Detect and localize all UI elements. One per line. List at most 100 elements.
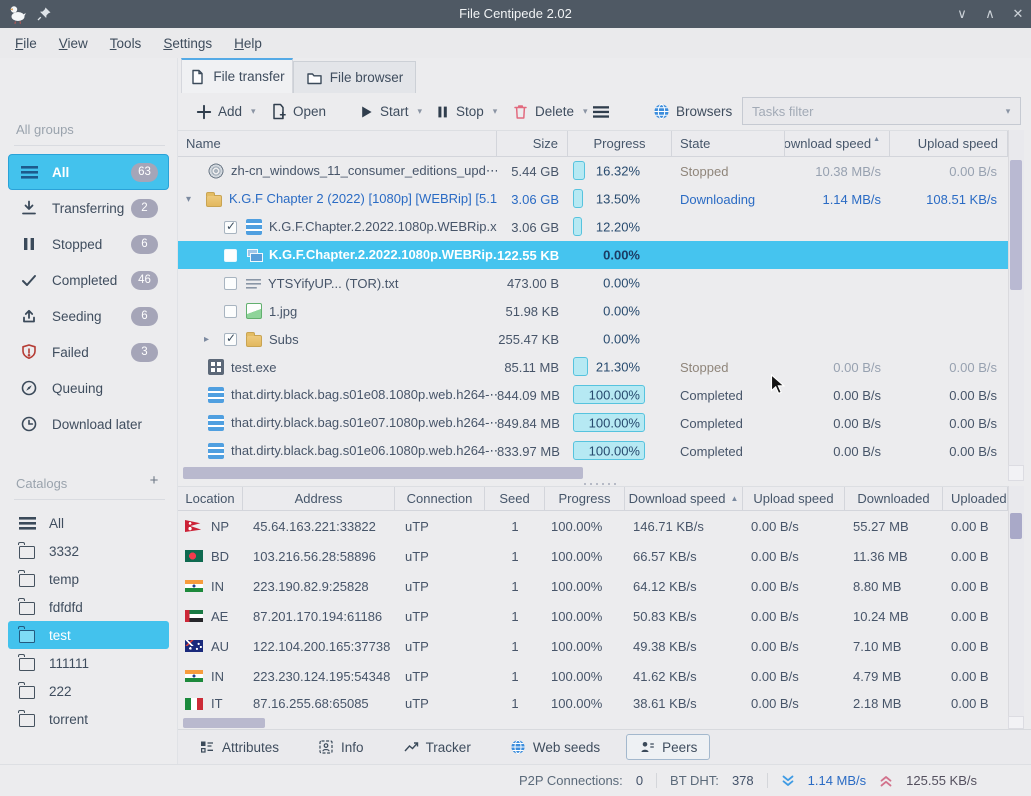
transfer-row[interactable]: test.exe 85.11 MB 21.30% Stopped 0.00 B/… (178, 353, 1008, 381)
transfer-row[interactable]: K.G.F Chapter 2 (2022) [1080p] [WEBRip] … (178, 185, 1008, 213)
close-button[interactable]: ✕ (1005, 0, 1031, 28)
peer-connection: uTP (395, 696, 485, 711)
country-code: IT (211, 696, 223, 711)
column-header-upload-speed[interactable]: Upload speed (743, 487, 845, 510)
scrollbar-thumb[interactable] (1010, 513, 1022, 539)
peer-row[interactable]: AE 87.201.170.194:61186 uTP 1 100.00% 50… (178, 601, 1008, 631)
column-header-state[interactable]: State (672, 131, 785, 156)
transfer-row[interactable]: 1.jpg 51.98 KB 0.00% (178, 297, 1008, 325)
peer-row[interactable]: BD 103.216.56.28:58896 uTP 1 100.00% 66.… (178, 541, 1008, 571)
transfer-row[interactable]: Subs 255.47 KB 0.00% (178, 325, 1008, 353)
executable-icon (208, 359, 224, 375)
file-name: zh-cn_windows_11_consumer_editions_upd⋯ (231, 163, 497, 179)
catalog-item-222[interactable]: 222 (8, 677, 169, 705)
column-header-name[interactable]: Name (178, 131, 497, 156)
title-bar[interactable]: File Centipede 2.02 ∨ ∧ ✕ (0, 0, 1031, 28)
sidebar-filter-seeding[interactable]: Seeding 6 (8, 298, 169, 334)
catalog-item-torrent[interactable]: torrent (8, 705, 169, 733)
catalog-item-3332[interactable]: 3332 (8, 537, 169, 565)
peer-row[interactable]: IN 223.230.124.195:54348 uTP 1 100.00% 4… (178, 661, 1008, 691)
horizontal-scrollbar-thumb[interactable] (183, 467, 583, 479)
add-button[interactable]: Add▾ (196, 93, 256, 130)
tab-file-browser[interactable]: File browser (293, 61, 416, 93)
sidebar-filter-queuing[interactable]: Queuing (8, 370, 169, 406)
sidebar-filter-transferring[interactable]: Transferring 2 (8, 190, 169, 226)
open-button[interactable]: Open (270, 93, 326, 130)
column-header-downloaded[interactable]: Downloaded (845, 487, 943, 510)
chevron-down-icon[interactable]: ▾ (996, 98, 1020, 124)
tab-attributes[interactable]: Attributes (186, 734, 292, 760)
sidebar-filter-all[interactable]: All 63 (8, 154, 169, 190)
checkbox[interactable] (224, 305, 237, 318)
pause-icon (434, 104, 450, 120)
browsers-button[interactable]: Browsers (653, 93, 732, 130)
checkbox[interactable] (224, 333, 237, 346)
peer-row[interactable]: IT 87.16.255.68:65085 uTP 1 100.00% 38.6… (178, 691, 1008, 716)
peer-row[interactable]: IN 223.190.82.9:25828 uTP 1 100.00% 64.1… (178, 571, 1008, 601)
sidebar-filter-failed[interactable]: Failed 3 (8, 334, 169, 370)
column-header-progress[interactable]: Progress (568, 131, 672, 156)
delete-button[interactable]: Delete▾ (512, 93, 588, 130)
transfer-row-selected[interactable]: K.G.F.Chapter.2.2022.1080p.WEBRip.x⋯ 122… (178, 241, 1008, 269)
checkbox[interactable] (224, 277, 237, 290)
tab-peers[interactable]: Peers (626, 734, 710, 760)
catalog-item-test[interactable]: test (8, 621, 169, 649)
column-header-uploaded[interactable]: Uploaded (943, 487, 1008, 510)
maximize-button[interactable]: ∧ (977, 0, 1003, 28)
peer-progress: 100.00% (545, 549, 625, 564)
sidebar-filter-completed[interactable]: Completed 46 (8, 262, 169, 298)
column-header-location[interactable]: Location (178, 487, 243, 510)
menu-view[interactable]: View (48, 36, 99, 51)
column-header-download-speed[interactable]: Download speed▲ (785, 131, 890, 156)
catalog-item-all[interactable]: All (8, 509, 169, 537)
transfer-row[interactable]: that.dirty.black.bag.s01e06.1080p.web.h2… (178, 437, 1008, 465)
divider (656, 773, 657, 788)
peer-row[interactable]: AU 122.104.200.165:37738 uTP 1 100.00% 4… (178, 631, 1008, 661)
column-header-seed[interactable]: Seed (485, 487, 545, 510)
film-icon (208, 443, 224, 459)
start-button[interactable]: Start▾ (358, 93, 422, 130)
tab-file-transfer[interactable]: File transfer (181, 58, 293, 93)
column-header-download-speed[interactable]: Download speed▲ (625, 487, 743, 510)
stop-button[interactable]: Stop▾ (434, 93, 497, 130)
tab-tracker[interactable]: Tracker (390, 734, 484, 760)
tab-web-seeds[interactable]: Web seeds (497, 734, 613, 760)
checkbox[interactable] (224, 249, 237, 262)
catalog-item-temp[interactable]: temp (8, 565, 169, 593)
p2p-connections-label: P2P Connections: (519, 773, 623, 788)
column-header-upload-speed[interactable]: Upload speed (890, 131, 1008, 156)
expander-icon[interactable] (186, 194, 206, 205)
tasks-filter-input[interactable] (742, 97, 1021, 125)
catalogs-header: Catalogs (16, 476, 67, 491)
column-header-address[interactable]: Address (243, 487, 395, 510)
menu-help[interactable]: Help (223, 36, 273, 51)
transfer-row[interactable]: that.dirty.black.bag.s01e07.1080p.web.h2… (178, 409, 1008, 437)
catalog-item-111111[interactable]: 111111 (8, 649, 169, 677)
menu-tools[interactable]: Tools (99, 36, 153, 51)
column-header-size[interactable]: Size (497, 131, 568, 156)
peer-progress: 100.00% (545, 519, 625, 534)
column-header-progress[interactable]: Progress (545, 487, 625, 510)
scrollbar-thumb[interactable] (1010, 160, 1022, 290)
horizontal-scrollbar-thumb[interactable] (183, 718, 265, 728)
column-header-connection[interactable]: Connection (395, 487, 485, 510)
transfer-row[interactable]: that.dirty.black.bag.s01e08.1080p.web.h2… (178, 381, 1008, 409)
transfer-row[interactable]: YTSYifyUP... (TOR).txt 473.00 B 0.00% (178, 269, 1008, 297)
info-icon (318, 739, 334, 755)
catalog-item-fdfdfd[interactable]: fdfdfd (8, 593, 169, 621)
expander-icon[interactable] (204, 334, 224, 345)
peer-upload-speed: 0.00 B/s (743, 609, 845, 624)
minimize-button[interactable]: ∨ (949, 0, 975, 28)
transfer-row[interactable]: zh-cn_windows_11_consumer_editions_upd⋯ … (178, 157, 1008, 185)
checkbox[interactable] (224, 221, 237, 234)
peer-row[interactable]: NP 45.64.163.221:33822 uTP 1 100.00% 146… (178, 511, 1008, 541)
open-file-icon (270, 103, 287, 120)
menu-settings[interactable]: Settings (152, 36, 223, 51)
transfer-row[interactable]: K.G.F.Chapter.2.2022.1080p.WEBRip.x⋯ 3.0… (178, 213, 1008, 241)
peer-upload-speed: 0.00 B/s (743, 549, 845, 564)
sidebar-filter-download-later[interactable]: Download later (8, 406, 169, 442)
add-catalog-button[interactable]: + (147, 472, 161, 489)
sidebar-filter-stopped[interactable]: Stopped 6 (8, 226, 169, 262)
menu-file[interactable]: File (4, 36, 48, 51)
tab-info[interactable]: Info (305, 734, 377, 760)
